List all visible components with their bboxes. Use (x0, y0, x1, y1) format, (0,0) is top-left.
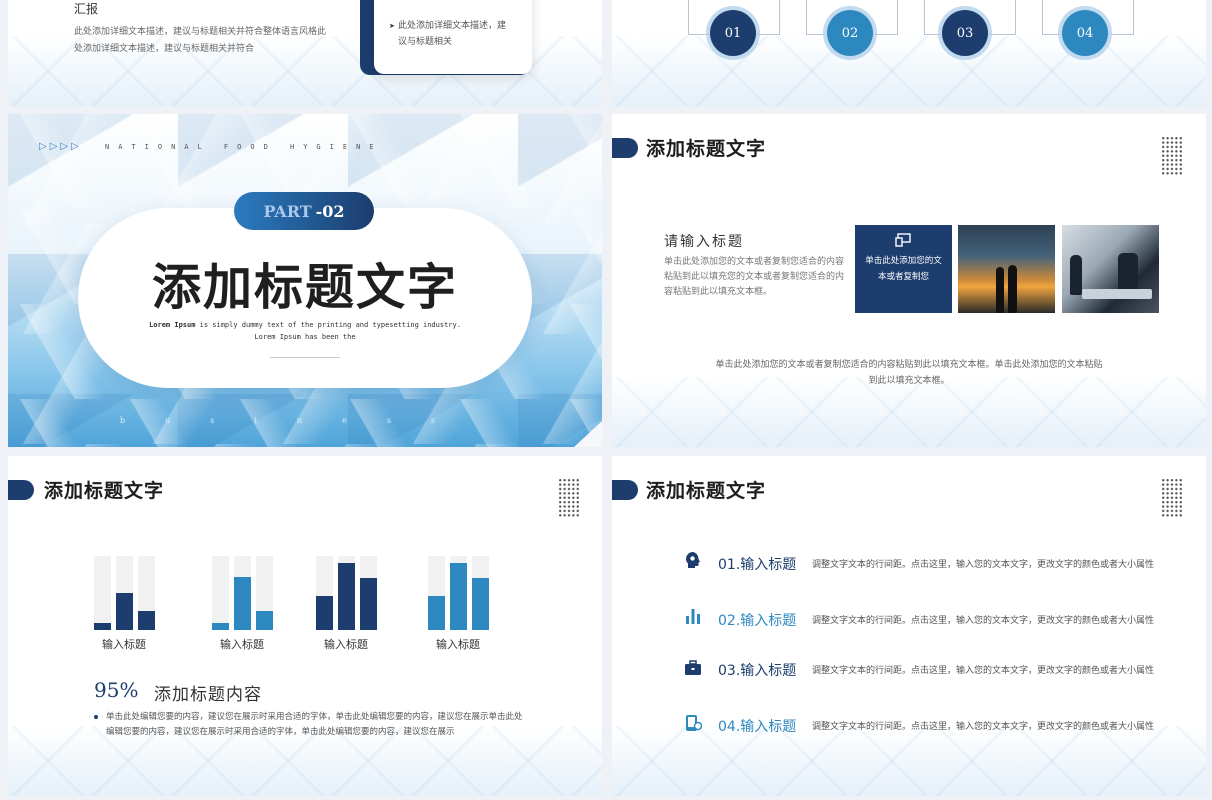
bar-fill (450, 563, 467, 630)
slide-heading: 添加标题文字 (44, 480, 165, 502)
step-circle: 01 (710, 10, 756, 56)
bar-track (94, 556, 111, 630)
lorem-bold: Lorem Ipsum (149, 321, 196, 329)
part-number: -02 (315, 201, 345, 221)
bar-track (450, 556, 467, 630)
lorem-line2: Lorem Ipsum has been the (254, 333, 356, 341)
dot-grid-icon (1161, 478, 1183, 518)
bar-fill (428, 596, 445, 630)
bar-fill (338, 563, 355, 630)
lorem-text: Lorem Ipsum is simply dummy text of the … (128, 319, 482, 343)
page-corner (574, 421, 602, 447)
person-figure (1008, 265, 1017, 313)
text-card: 此处添加详细文本描述，建议与标题相关 (374, 0, 532, 74)
bar-track (338, 556, 355, 630)
bar-group (316, 556, 377, 630)
bar-fill (256, 611, 273, 630)
monitor-icon (895, 233, 911, 247)
person-figure (1118, 253, 1138, 293)
bar-fill (472, 578, 489, 630)
percent-value: 95% (94, 678, 139, 702)
polygon-background (612, 726, 1206, 796)
section-title: 添加标题文字 (151, 258, 458, 316)
bar-track (116, 556, 133, 630)
item-desc: 调整文字文本的行间距。点击这里，输入您的文本文字，更改文字的颜色或者大小属性 (812, 722, 1155, 732)
lorem-rest: is simply dummy text of the printing and… (195, 321, 461, 329)
bar-group (94, 556, 155, 630)
text-tile: 单击此处添加您的文本或者复制您 (855, 225, 952, 313)
bar-track (256, 556, 273, 630)
table (1082, 289, 1152, 299)
bar-fill (212, 623, 229, 630)
tile-text: 单击此处添加您的文本或者复制您 (865, 256, 942, 282)
item-title: 02.输入标题 (718, 613, 797, 629)
item-title: 01.输入标题 (718, 557, 797, 573)
business-watermark: business (120, 416, 476, 425)
bar-fill (316, 596, 333, 630)
divider (270, 357, 340, 358)
heading-tag (612, 480, 638, 500)
step-circle: 04 (1062, 10, 1108, 56)
photo-silhouettes (958, 225, 1055, 313)
bar-track (234, 556, 251, 630)
item-title: 03.输入标题 (718, 663, 797, 679)
dot-grid-icon (558, 478, 580, 518)
slide-thumbnail-4[interactable]: 添加标题文字 请输入标题 单击此处添加您的文本或者复制您适合的内容粘贴到此以填充… (612, 114, 1206, 447)
input-title: 请输入标题 (664, 234, 744, 250)
content-title: 添加标题内容 (154, 685, 262, 705)
part-badge: PART -02 (234, 192, 374, 230)
item-desc: 调整文字文本的行间距。点击这里，输入您的文本文字，更改文字的颜色或者大小属性 (812, 666, 1155, 676)
part-label: PART (263, 201, 312, 221)
bar-track (138, 556, 155, 630)
bar-track (316, 556, 333, 630)
slide-thumbnail-3[interactable]: ▷▷▷▷ NATIONAL FOOD HYGIENE PART -02 添加标题… (8, 114, 602, 447)
item-desc: 调整文字文本的行间距。点击这里，输入您的文本文字，更改文字的颜色或者大小属性 (812, 616, 1155, 626)
bar-fill (234, 577, 251, 630)
slide-heading: 添加标题文字 (646, 138, 767, 160)
bar-track (360, 556, 377, 630)
bar-group-label: 输入标题 (324, 638, 368, 651)
bar-group-label: 输入标题 (220, 638, 264, 651)
item-desc: 调整文字文本的行间距。点击这里，输入您的文本文字，更改文字的颜色或者大小属性 (812, 560, 1155, 570)
input-desc: 单击此处添加您的文本或者复制您适合的内容粘贴到此以填充您的文本或者复制您适合的内… (664, 257, 845, 297)
slide-text-desc: 此处添加详细文本描述，建议与标题相关并符合整体语言风格此处添加详细文本描述，建议… (74, 27, 327, 54)
bar-track (472, 556, 489, 630)
polygon-background (612, 36, 1206, 106)
bar-group (212, 556, 273, 630)
photo-meeting (1062, 225, 1159, 313)
body-bullet: 单击此处编辑您要的内容，建议您在展示时采用合适的字体，单击此处编辑您要的内容，建… (94, 710, 526, 740)
footer-text: 单击此处添加您的文本或者复制您适合的内容粘贴到此以填充文本框。单击此处添加您的文… (715, 360, 1103, 386)
bar-track (212, 556, 229, 630)
person-figure (996, 267, 1004, 313)
bar-group-label: 输入标题 (102, 638, 146, 651)
bar-fill (94, 623, 111, 630)
bar-track (428, 556, 445, 630)
slide-text-title: 汇报 (74, 2, 99, 16)
slide-thumbnail-1[interactable]: 汇报 此处添加详细文本描述，建议与标题相关并符合整体语言风格此处添加详细文本描述… (8, 0, 602, 106)
slide-thumbnail-2[interactable]: 01 02 03 04 (612, 0, 1206, 106)
slide-thumbnail-5[interactable]: 添加标题文字 输入标题 输入标题 输入标题 输入标题 95% 添加标题内容 单击此处编… (8, 456, 602, 796)
heading-tag (8, 480, 34, 500)
head-gear-icon (684, 551, 702, 569)
bar-chart-icon (684, 607, 702, 625)
heading-tag (612, 138, 638, 158)
slide-thumbnail-6[interactable]: 添加标题文字 01.输入标题 调整文字文本的行间距。点击这里，输入您的文本文字，… (612, 456, 1206, 796)
person-figure (1070, 255, 1082, 295)
bar-fill (360, 578, 377, 630)
subtitle-national: NATIONAL FOOD HYGIENE (105, 143, 383, 151)
bar-group-label: 输入标题 (436, 638, 480, 651)
bar-fill (116, 593, 133, 630)
bar-fill (138, 611, 155, 630)
slide-heading: 添加标题文字 (646, 480, 767, 502)
phone-icon (684, 714, 703, 732)
step-circle: 02 (827, 10, 873, 56)
card-bullet-text: 此处添加详细文本描述，建议与标题相关 (389, 18, 508, 50)
item-title: 04.输入标题 (718, 719, 797, 735)
bar-group (428, 556, 489, 630)
briefcase-icon (684, 659, 702, 677)
step-circle: 03 (942, 10, 988, 56)
dot-grid-icon (1161, 136, 1183, 176)
triangle-arrows-icon: ▷▷▷▷ (39, 141, 82, 152)
